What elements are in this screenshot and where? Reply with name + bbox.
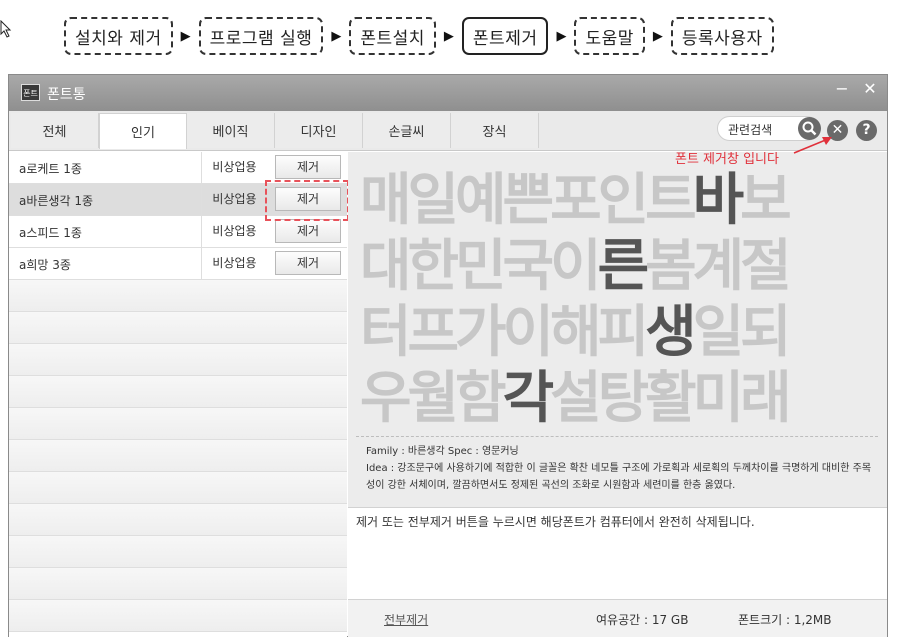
font-name: a스피드 1종: [19, 226, 82, 240]
step-run-program[interactable]: 프로그램 실행: [198, 17, 324, 55]
font-list: a로케트 1종 비상업용 제거 a바른생각 1종 비상업용 제거 a스피드 1종…: [9, 152, 347, 638]
tab-popular[interactable]: 인기: [99, 113, 187, 149]
window-title: 폰트통: [47, 87, 86, 103]
license-type: 비상업용: [201, 152, 267, 183]
tab-all[interactable]: 전체: [11, 113, 99, 148]
description-panel: 제거 또는 전부제거 버튼을 누르시면 해당폰트가 컴퓨터에서 완전히 삭제됩니…: [348, 507, 887, 599]
remove-all-link[interactable]: 전부제거: [384, 611, 428, 628]
step-arrow-icon: ▶: [556, 28, 567, 44]
font-sample-text: 매일예쁜포인트바보 대한민국이른봄계절 터프가이해피생일되 우월함각설탕활미래: [360, 168, 792, 431]
annotation-label: 폰트 제거창 입니다: [675, 152, 779, 167]
font-preview-panel: 폰트 제거창 입니다 매일예쁜포인트바보 대한민국이른봄계절 터프가이해피생일되…: [348, 137, 887, 507]
font-name: a로케트 1종: [19, 162, 82, 176]
app-logo-icon: 폰트: [21, 84, 40, 101]
license-type: 비상업용: [201, 248, 267, 279]
step-font-install[interactable]: 폰트설치: [349, 17, 436, 55]
tab-basic[interactable]: 베이직: [187, 113, 275, 148]
license-type: 비상업용: [201, 216, 267, 247]
title-bar[interactable]: 폰트 폰트통 − ✕: [9, 75, 887, 111]
empty-row: [9, 536, 347, 568]
step-registered-user[interactable]: 등록사용자: [670, 17, 774, 55]
empty-row: [9, 600, 347, 632]
search-input[interactable]: [728, 120, 794, 138]
step-font-remove[interactable]: 폰트제거: [461, 17, 549, 55]
font-name: a희망 3종: [19, 258, 71, 272]
font-size-readout: 폰트크기 : 1,2MB: [738, 613, 832, 627]
status-bar: 전부제거 여유공간 : 17 GB 폰트크기 : 1,2MB: [348, 599, 887, 637]
empty-row: [9, 280, 347, 312]
empty-row: [9, 312, 347, 344]
minimize-button[interactable]: −: [829, 79, 855, 99]
step-navigation: 설치와 제거 ▶ 프로그램 실행 ▶ 폰트설치 ▶ 폰트제거 ▶ 도움말 ▶ 등…: [64, 14, 774, 58]
free-space-readout: 여유공간 : 17 GB: [596, 613, 689, 627]
tab-handwriting[interactable]: 손글씨: [363, 113, 451, 148]
close-window-button[interactable]: ✕: [857, 79, 883, 99]
remove-button-highlight: [265, 180, 349, 221]
remove-font-button[interactable]: 제거: [275, 155, 341, 179]
step-arrow-icon: ▶: [180, 28, 191, 44]
table-row[interactable]: a희망 3종 비상업용 제거: [9, 248, 347, 280]
empty-row: [9, 376, 347, 408]
font-info: Family : 바른생각 Spec : 영문커닝 Idea : 강조문구에 사…: [366, 443, 878, 494]
description-text: 제거 또는 전부제거 버튼을 누르시면 해당폰트가 컴퓨터에서 완전히 삭제됩니…: [356, 515, 755, 529]
app-window: 폰트 폰트통 − ✕ 전체 인기 베이직 디자인 손글씨 장식 ✕ ? a로케트…: [8, 74, 888, 638]
mouse-cursor-icon: [0, 20, 12, 38]
step-arrow-icon: ▶: [652, 28, 663, 44]
font-idea: Idea : 강조문구에 사용하기에 적합한 이 글꼴은 확찬 네모틀 구조에 …: [366, 463, 872, 491]
remove-font-button[interactable]: 제거: [275, 251, 341, 275]
empty-row: [9, 344, 347, 376]
font-name: a바른생각 1종: [19, 194, 94, 208]
step-help[interactable]: 도움말: [574, 17, 645, 55]
divider: [356, 436, 878, 437]
tab-design[interactable]: 디자인: [275, 113, 363, 148]
empty-row: [9, 472, 347, 504]
font-family-spec: Family : 바른생각 Spec : 영문커닝: [366, 446, 519, 457]
empty-row: [9, 504, 347, 536]
tab-decoration[interactable]: 장식: [451, 113, 539, 148]
license-type: 비상업용: [201, 184, 267, 215]
step-install-remove[interactable]: 설치와 제거: [64, 17, 173, 55]
annotation-arrow-icon: [793, 137, 832, 154]
step-arrow-icon: ▶: [331, 28, 342, 44]
empty-row: [9, 440, 347, 472]
step-arrow-icon: ▶: [443, 28, 454, 44]
empty-row: [9, 408, 347, 440]
empty-row: [9, 568, 347, 600]
help-icon[interactable]: ?: [856, 120, 877, 141]
category-tab-bar: 전체 인기 베이직 디자인 손글씨 장식 ✕ ?: [9, 111, 887, 151]
remove-font-button[interactable]: 제거: [275, 219, 341, 243]
